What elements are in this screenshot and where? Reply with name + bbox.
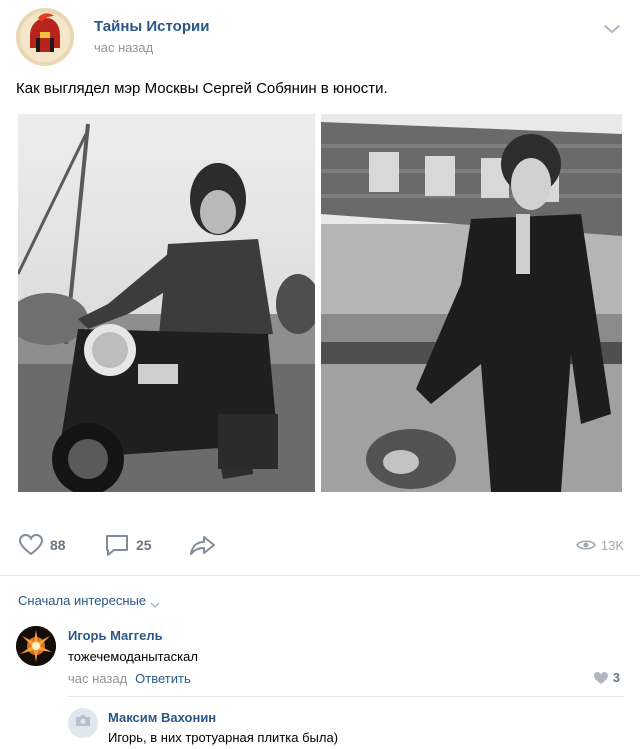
post-photos <box>18 114 622 492</box>
photo-motorcycle[interactable] <box>18 114 315 492</box>
divider <box>0 575 640 576</box>
heart-icon <box>16 530 46 560</box>
comments-sort-dropdown[interactable]: Сначала интересные <box>18 593 160 608</box>
like-button[interactable]: 88 <box>16 530 66 560</box>
chevron-down-icon <box>150 597 160 608</box>
share-button[interactable] <box>188 530 218 560</box>
comment-like-count: 3 <box>612 670 620 685</box>
post-text: Как выглядел мэр Москвы Сергей Собянин в… <box>16 80 388 97</box>
views-counter: 13K <box>575 530 624 560</box>
comment-author[interactable]: Игорь Маггель <box>68 628 163 643</box>
comment-item: Максим Вахонин Игорь, в них тротуарная п… <box>68 702 624 749</box>
post-header: Тайны Истории час назад <box>16 8 624 66</box>
views-count: 13K <box>600 537 624 553</box>
commenter-avatar[interactable] <box>16 626 56 666</box>
post-menu-chevron-icon[interactable] <box>602 22 622 36</box>
comment-icon <box>102 530 132 560</box>
comment-count: 25 <box>136 537 152 553</box>
post-time[interactable]: час назад <box>94 40 153 55</box>
comment-text: Игорь, в них тротуарная плитка была) <box>108 730 339 745</box>
post-actions: 88 25 13K <box>16 530 624 560</box>
comments-sort-label: Сначала интересные <box>18 593 147 608</box>
comment-meta: час назад Ответить <box>68 671 191 686</box>
spartan-helmet-icon <box>16 8 74 66</box>
comment-item: Игорь Маггель тожечемоданытаскал час наз… <box>16 622 624 692</box>
divider <box>68 696 624 697</box>
post-author[interactable]: Тайны Истории <box>94 18 209 35</box>
comment-like-button[interactable]: 3 <box>593 670 620 685</box>
comment-author[interactable]: Максим Вахонин <box>108 710 216 725</box>
heart-icon <box>593 671 609 685</box>
like-count: 88 <box>50 537 66 553</box>
photo-boy-with-bag[interactable] <box>321 114 622 492</box>
comment-button[interactable]: 25 <box>102 530 152 560</box>
community-avatar[interactable] <box>16 8 74 66</box>
commenter-avatar[interactable] <box>68 708 98 738</box>
camera-icon <box>75 714 91 732</box>
reply-button[interactable]: Ответить <box>135 671 191 686</box>
eye-icon <box>575 534 597 556</box>
comment-text: тожечемоданытаскал <box>68 649 198 664</box>
comment-time[interactable]: час назад <box>68 671 127 686</box>
share-arrow-icon <box>188 530 218 560</box>
